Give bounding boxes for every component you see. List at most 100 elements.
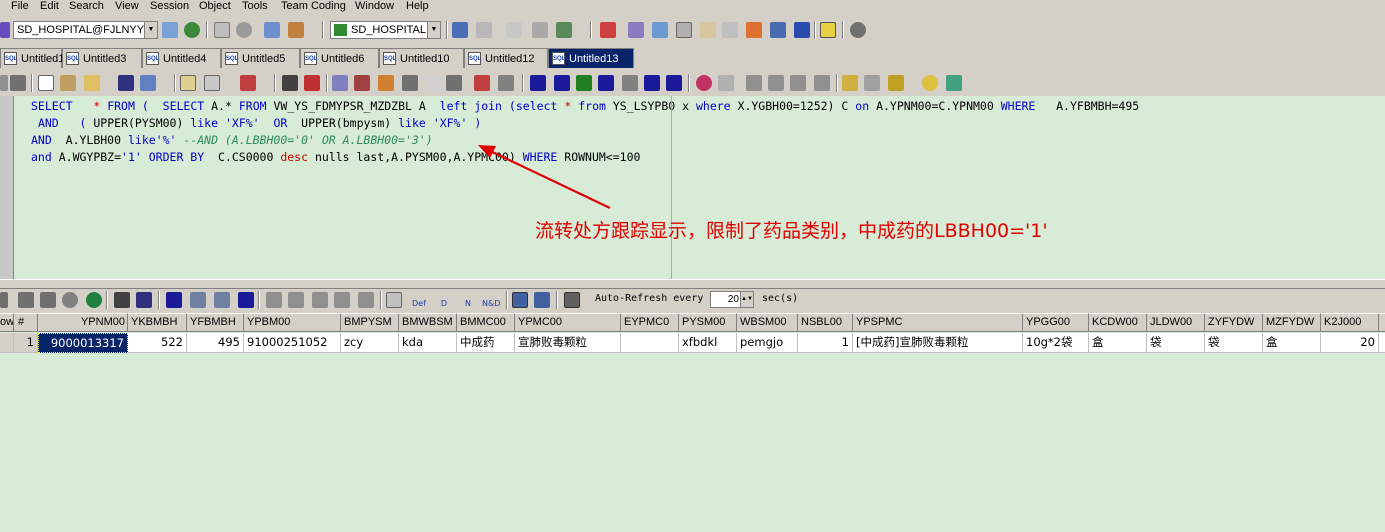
column-header-ypbm00[interactable]: YPBM00: [244, 313, 341, 332]
commit-icon[interactable]: [264, 22, 280, 38]
schema-combo[interactable]: SD_HOSPITAL ▼: [330, 21, 441, 39]
def-icon[interactable]: Def: [412, 292, 428, 308]
rollback-icon[interactable]: [288, 22, 304, 38]
diagram-icon[interactable]: [770, 22, 786, 38]
cell-pysm00[interactable]: xfbdkl: [679, 333, 737, 353]
connect-icon[interactable]: [0, 22, 10, 38]
stop-square-icon[interactable]: [622, 75, 638, 91]
cell-yfbmbh[interactable]: 495: [187, 333, 244, 353]
cell-jldw00[interactable]: 袋: [1147, 333, 1205, 353]
menu-team-coding[interactable]: Team Coding: [281, 0, 346, 14]
menu-object[interactable]: Object: [199, 0, 231, 14]
arrow-right-icon[interactable]: [10, 75, 26, 91]
globe-icon[interactable]: [184, 22, 200, 38]
paste-icon[interactable]: [790, 75, 806, 91]
explain-icon[interactable]: [332, 75, 348, 91]
sql-icon[interactable]: [506, 22, 522, 38]
cell-mzfydw[interactable]: 盒: [1263, 333, 1321, 353]
help-icon[interactable]: [0, 292, 8, 308]
help-icon[interactable]: [820, 22, 836, 38]
menu-edit[interactable]: Edit: [40, 0, 59, 14]
duplicate-icon[interactable]: [288, 292, 304, 308]
column-header-ypnm00[interactable]: YPNM00: [38, 313, 128, 332]
columns-icon[interactable]: [402, 75, 418, 91]
column-header-eypmc0[interactable]: EYPMC0: [621, 313, 679, 332]
filter-icon[interactable]: [18, 292, 34, 308]
chevron-down-icon[interactable]: ▼: [144, 22, 157, 38]
connection-combo[interactable]: SD_HOSPITAL@FJLNYY( ▼: [13, 21, 158, 39]
cell-bmmc00[interactable]: 中成药: [457, 333, 515, 353]
cell-nsbl00[interactable]: 1: [798, 333, 853, 353]
schema-browser-icon[interactable]: [452, 22, 468, 38]
export-icon[interactable]: [556, 22, 572, 38]
results-grid[interactable]: ow # YPNM00 YKBMBH YFBMBH YPBM00 BMPYSM …: [0, 313, 1385, 532]
cell-kcdw00[interactable]: 盒: [1089, 333, 1147, 353]
clock-icon[interactable]: [922, 75, 938, 91]
cell-eypmc0[interactable]: [621, 333, 679, 353]
next-record-icon[interactable]: [214, 292, 230, 308]
step-back-icon[interactable]: [554, 75, 570, 91]
column-header-nsbl00[interactable]: NSBL00: [798, 313, 853, 332]
tune-icon[interactable]: [746, 22, 762, 38]
tab-untitled13[interactable]: SQL Untitled13: [548, 48, 634, 68]
splitter[interactable]: [0, 279, 1385, 289]
cell-zyfydw[interactable]: 袋: [1205, 333, 1263, 353]
auto-refresh-icon[interactable]: [564, 292, 580, 308]
filter-down-icon[interactable]: [40, 292, 56, 308]
step-forward-icon[interactable]: [644, 75, 660, 91]
tab-untitled5[interactable]: SQL Untitled5: [221, 48, 300, 68]
trace-icon[interactable]: [354, 75, 370, 91]
prev-record-icon[interactable]: [190, 292, 206, 308]
open-folder-icon[interactable]: [84, 75, 100, 91]
sql-editor[interactable]: SELECT * FROM ( SELECT A.* FROM VW_YS_FD…: [14, 96, 1385, 279]
column-header-bmwbsm[interactable]: BMWBSM: [399, 313, 457, 332]
tab-untitled3[interactable]: SQL Untitled3: [62, 48, 142, 68]
column-header-pysm00[interactable]: PYSM00: [679, 313, 737, 332]
save-as-icon[interactable]: [140, 75, 156, 91]
print-icon[interactable]: [114, 292, 130, 308]
menu-file[interactable]: File: [11, 0, 29, 14]
grid-icon[interactable]: [532, 22, 548, 38]
tab-untitled1[interactable]: SQL Untitled1: [0, 48, 64, 68]
cell-wbsm00[interactable]: pemgjo: [737, 333, 798, 353]
column-header-k2j000[interactable]: K2J000: [1321, 313, 1379, 332]
new-file-icon[interactable]: [38, 75, 54, 91]
last-icon[interactable]: [666, 75, 682, 91]
grid-view-icon[interactable]: [512, 292, 528, 308]
editor-icon[interactable]: [676, 22, 692, 38]
column-header-ykbmbh[interactable]: YKBMBH: [128, 313, 187, 332]
refresh-icon[interactable]: [86, 292, 102, 308]
column-header-ypgg00[interactable]: YPGG00: [1023, 313, 1089, 332]
ampersand-icon[interactable]: [426, 75, 442, 91]
tab-untitled4[interactable]: SQL Untitled4: [142, 48, 221, 68]
layout-icon[interactable]: [204, 75, 220, 91]
n-icon[interactable]: N: [460, 292, 476, 308]
cell-ypgg00[interactable]: 10g*2袋: [1023, 333, 1089, 353]
window-icon[interactable]: [600, 22, 616, 38]
menu-view[interactable]: View: [115, 0, 139, 14]
browser-icon[interactable]: [652, 22, 668, 38]
tab-untitled10[interactable]: SQL Untitled10: [379, 48, 464, 68]
cell-ypbm00[interactable]: 91000251052: [244, 333, 341, 353]
debug-icon[interactable]: [240, 75, 256, 91]
cell-ypnm00[interactable]: 9000013317: [38, 333, 128, 353]
notes-icon[interactable]: [700, 22, 716, 38]
reconnect-icon[interactable]: [162, 22, 178, 38]
column-header-jldw00[interactable]: JLDW00: [1147, 313, 1205, 332]
speaker-icon[interactable]: [446, 75, 462, 91]
cell-k2j000[interactable]: 20: [1321, 333, 1379, 353]
form-view-icon[interactable]: [534, 292, 550, 308]
paste2-icon[interactable]: [814, 75, 830, 91]
tab-untitled12[interactable]: SQL Untitled12: [464, 48, 548, 68]
copy-icon[interactable]: [746, 75, 762, 91]
cell-ypmc00[interactable]: 宣肺败毒颗粒: [515, 333, 621, 353]
save-icon[interactable]: [136, 292, 152, 308]
menu-search[interactable]: Search: [69, 0, 104, 14]
play-icon[interactable]: [576, 75, 592, 91]
column-header-ypspmc[interactable]: YPSPMC: [853, 313, 1023, 332]
wizard-icon[interactable]: [842, 75, 858, 91]
grid-layout-icon[interactable]: [498, 75, 514, 91]
gear-icon[interactable]: [850, 22, 866, 38]
menu-window[interactable]: Window: [355, 0, 394, 14]
insert-icon[interactable]: [266, 292, 282, 308]
